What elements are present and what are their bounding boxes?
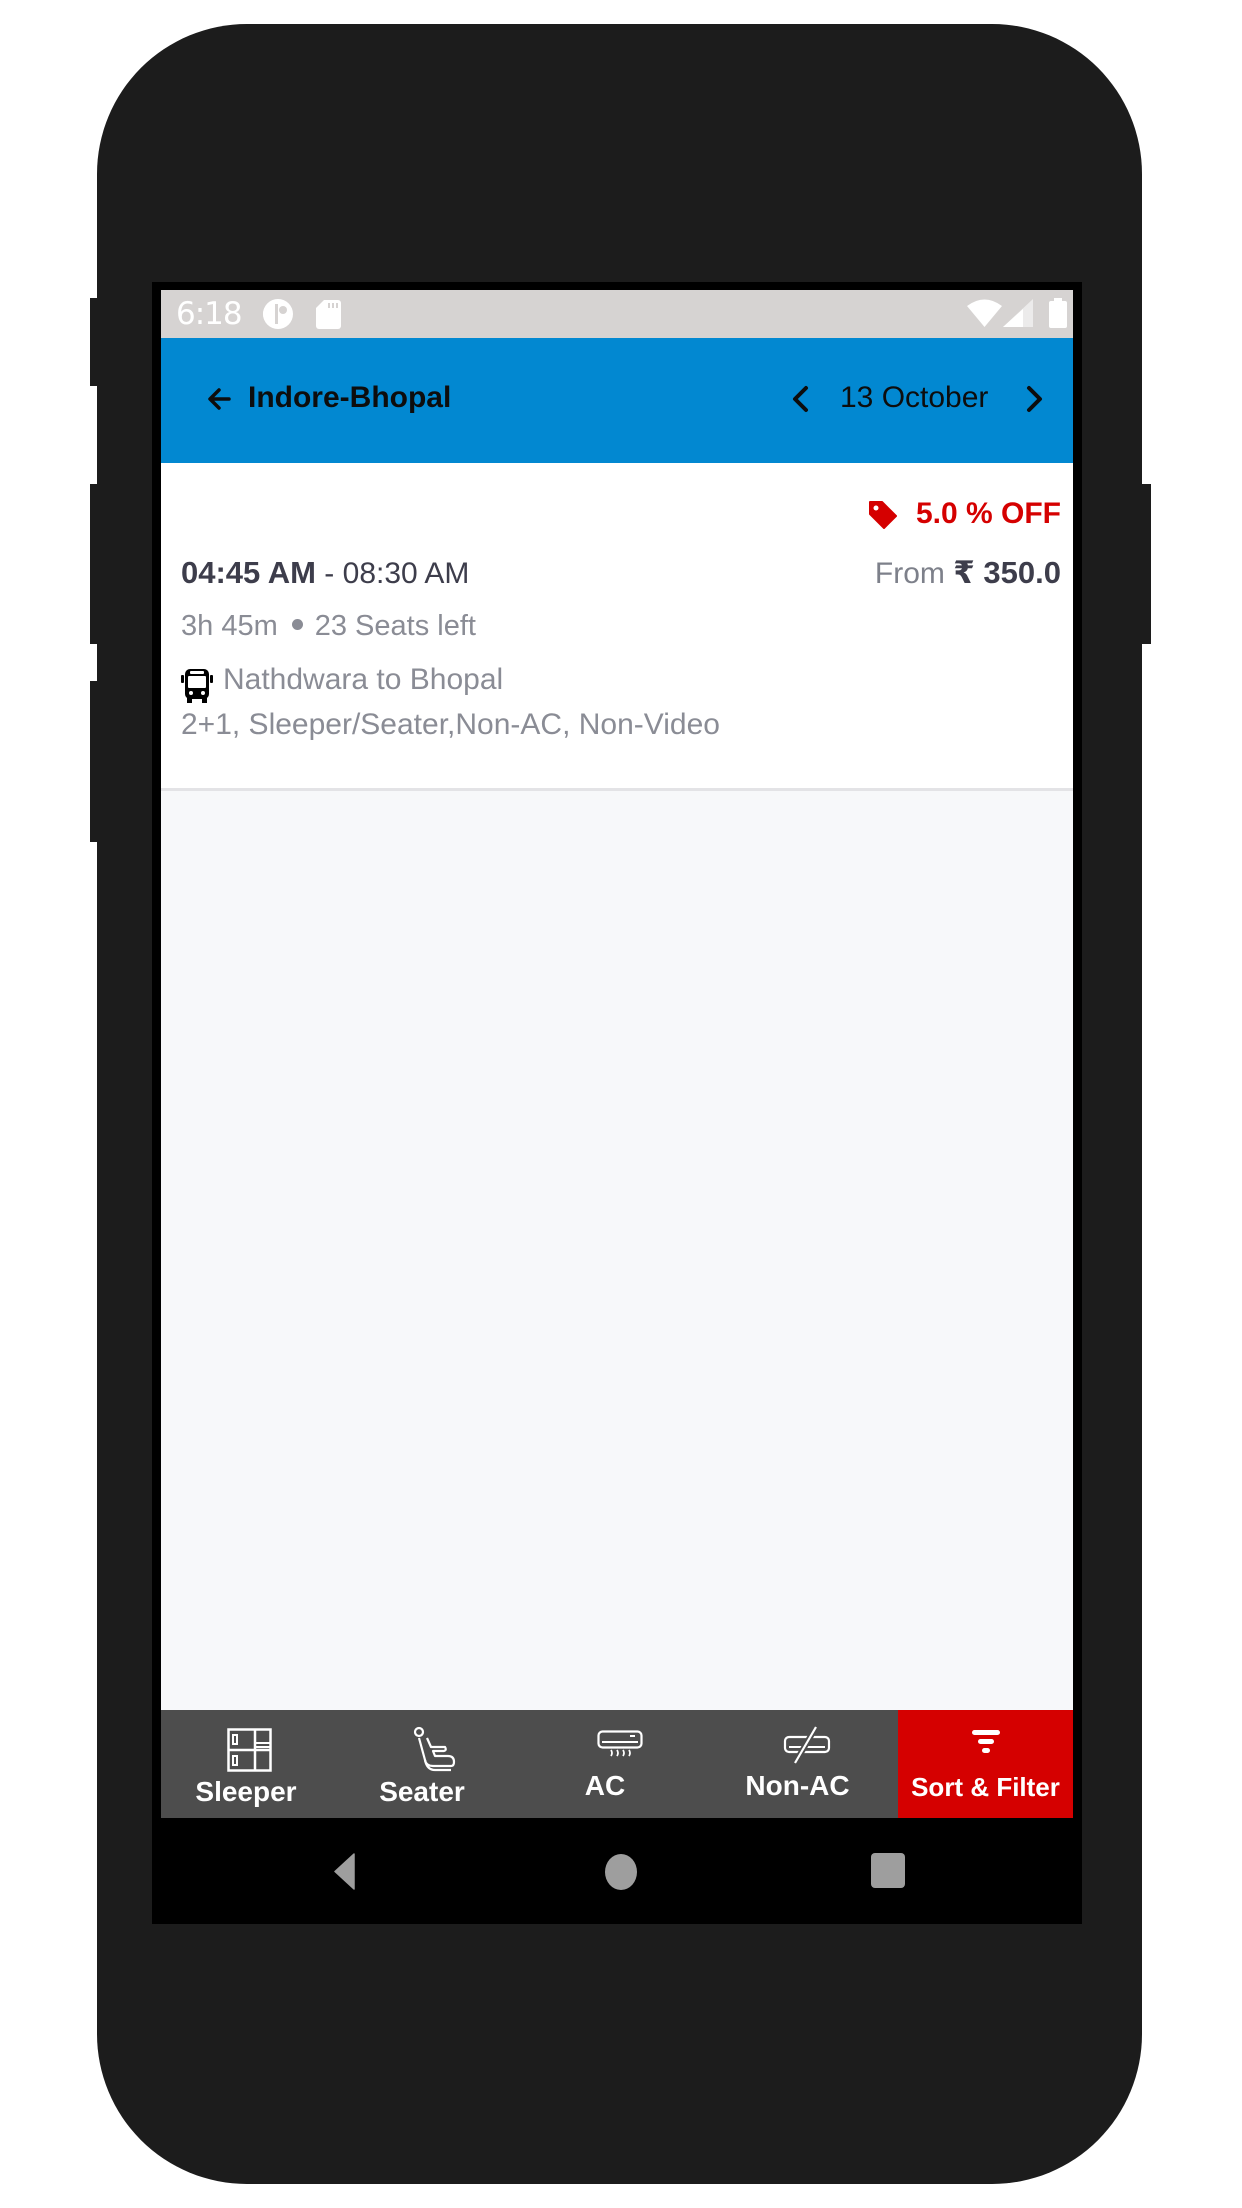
timing: 04:45 AM - 08:30 AM (181, 555, 469, 591)
tab-label: Sleeper (195, 1776, 297, 1807)
duration: 3h 45m (181, 610, 278, 642)
tab-non-ac[interactable]: Non-AC (697, 1710, 898, 1818)
screen: 6:18 Indore-Bhopal 13 October 5.0 % OFF … (161, 290, 1073, 1818)
arrow-left-icon[interactable] (207, 384, 231, 414)
bullet-separator (291, 619, 303, 631)
status-bar: 6:18 (161, 290, 1073, 338)
side-button-mute (90, 298, 99, 386)
tab-label: Seater (379, 1776, 465, 1807)
filter-icon (972, 1730, 1000, 1753)
system-nav-bar (152, 1818, 1082, 1924)
no-ac-icon (783, 1726, 831, 1764)
price-amount: ₹ 350.0 (953, 555, 1061, 590)
app-header: Indore-Bhopal 13 October (161, 338, 1073, 463)
side-button-power (1140, 484, 1151, 644)
tab-label: Sort & Filter (911, 1772, 1060, 1802)
departure-time: 04:45 AM (181, 555, 316, 590)
cell-signal-icon (1003, 299, 1033, 327)
seat-icon (413, 1726, 456, 1772)
bus-result-card[interactable]: 5.0 % OFF 04:45 AM - 08:30 AM From ₹ 350… (161, 463, 1073, 791)
nav-back-icon[interactable] (334, 1853, 355, 1890)
side-button-volume-up (90, 484, 99, 644)
arrival-time: 08:30 AM (342, 557, 470, 590)
sd-card-icon (316, 300, 341, 329)
time-separator: - (315, 557, 343, 590)
tab-label: Non-AC (745, 1770, 850, 1801)
route-title: Indore-Bhopal (248, 381, 452, 414)
battery-icon (1049, 298, 1067, 328)
chevron-left-icon[interactable] (791, 384, 809, 414)
wifi-icon (967, 299, 1002, 327)
nav-recents-icon[interactable] (871, 1853, 905, 1888)
fare: From ₹ 350.0 (875, 555, 1061, 591)
tab-sort-filter[interactable]: Sort & Filter (898, 1710, 1073, 1818)
tab-label: AC (584, 1770, 626, 1801)
price-prefix: From (874, 557, 945, 590)
tab-sleeper[interactable]: Sleeper (161, 1710, 331, 1818)
filter-tab-bar: Sleeper Seater AC Non-AC Sort & Filter (161, 1710, 1073, 1818)
status-time: 6:18 (176, 296, 243, 332)
chevron-right-icon[interactable] (1026, 384, 1044, 414)
tab-ac[interactable]: AC (513, 1710, 697, 1818)
trip-meta: 3h 45m 23 Seats left (181, 610, 476, 643)
air-conditioner-icon (597, 1730, 643, 1757)
tab-seater[interactable]: Seater (331, 1710, 513, 1818)
sleeper-berth-icon (227, 1728, 272, 1772)
bus-icon (181, 669, 213, 703)
side-button-volume-down (90, 681, 99, 842)
travel-date[interactable]: 13 October (840, 381, 988, 415)
tag-icon (869, 501, 897, 529)
bus-route: Nathdwara to Bhopal (223, 663, 504, 696)
seats-left: 23 Seats left (314, 610, 476, 642)
bus-amenities: 2+1, Sleeper/Seater,Non-AC, Non-Video (181, 708, 720, 741)
data-saver-icon (263, 299, 293, 329)
discount-badge: 5.0 % OFF (915, 497, 1061, 530)
nav-home-icon[interactable] (604, 1853, 638, 1891)
